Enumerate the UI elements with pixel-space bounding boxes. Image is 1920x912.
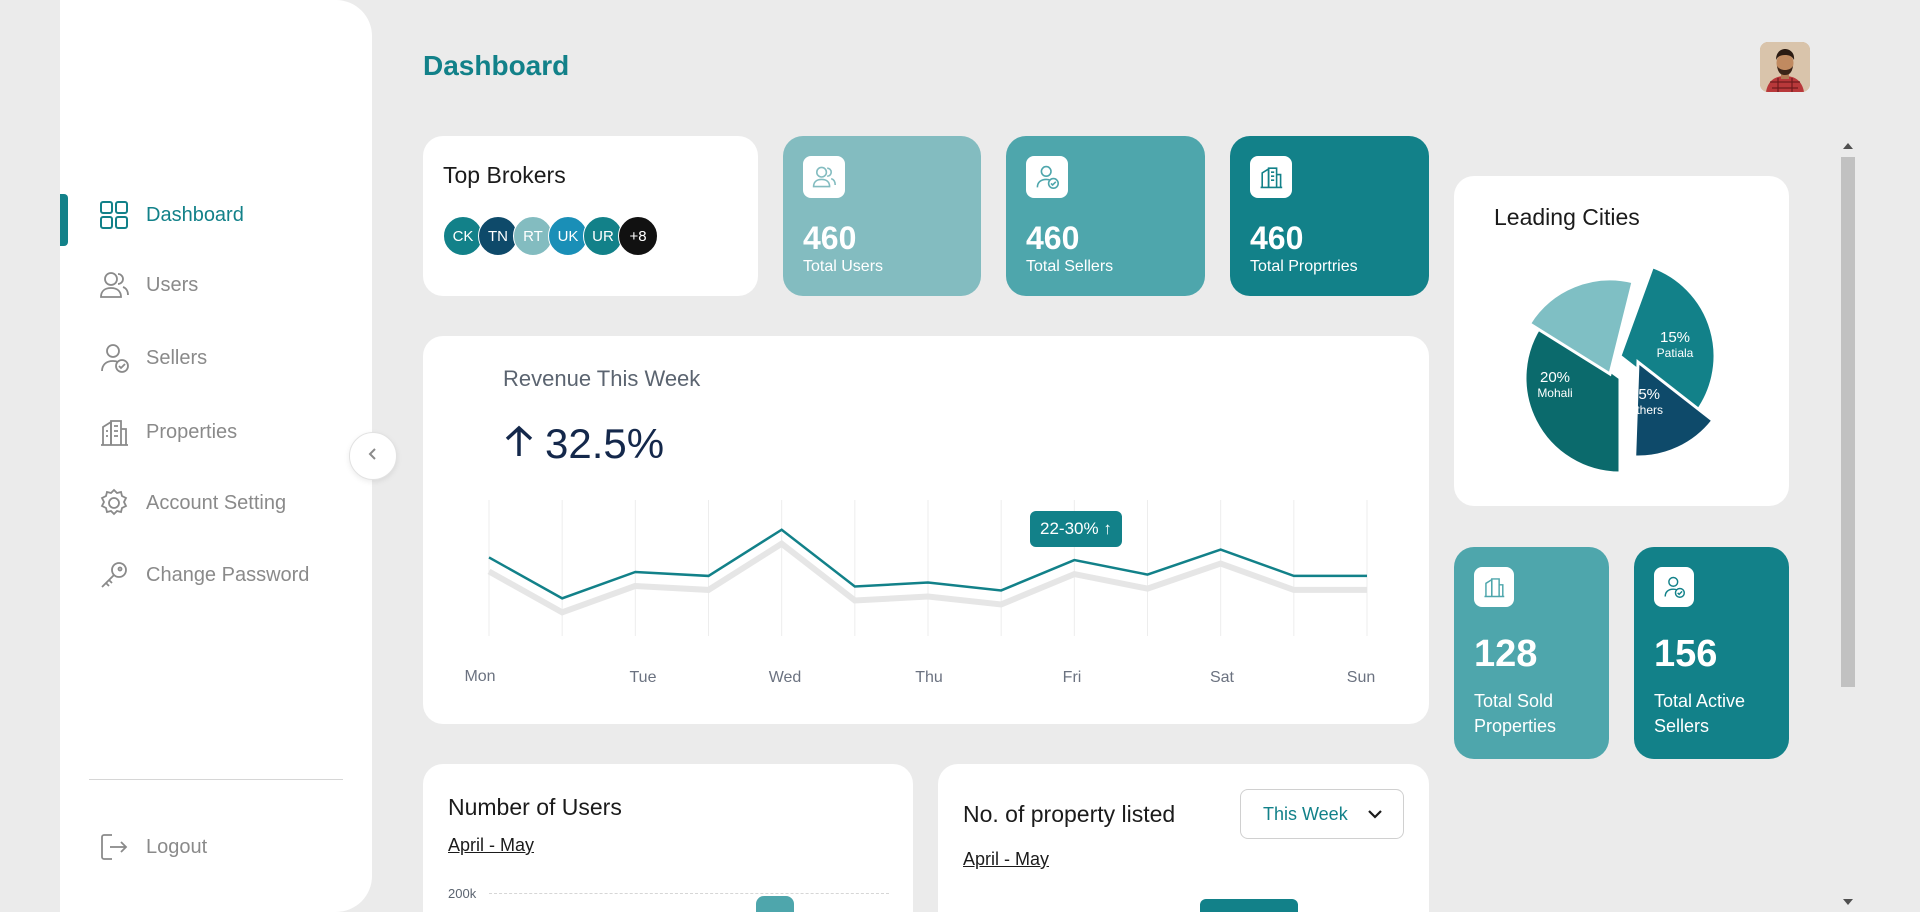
stat-label-line: Sellers xyxy=(1654,716,1710,736)
arrow-up-icon: ↑ xyxy=(1103,519,1112,538)
stat-value: 460 xyxy=(1250,220,1304,256)
page-scrollbar[interactable] xyxy=(1838,137,1858,912)
top-brokers-title: Top Brokers xyxy=(443,162,566,188)
users-icon xyxy=(803,156,845,198)
users-chart-title: Number of Users xyxy=(448,794,622,820)
stat-card-active-sellers[interactable]: 156 Total Active Sellers xyxy=(1634,547,1789,759)
pie-city-label: Others xyxy=(1627,403,1663,417)
logout-button[interactable]: Logout xyxy=(60,823,372,871)
revenue-line-chart: Mon Tue Wed Thu Fri Sat Sun xyxy=(464,500,1375,686)
gear-icon xyxy=(98,487,130,519)
logout-label: Logout xyxy=(146,835,208,858)
stat-value: 460 xyxy=(1026,220,1080,256)
week-filter-dropdown[interactable]: This Week xyxy=(1240,789,1404,839)
stat-card-sold-properties[interactable]: 128 Total Sold Properties xyxy=(1454,547,1609,759)
sidebar-item-label: Dashboard xyxy=(146,203,244,226)
sidebar-divider xyxy=(89,779,343,780)
seller-icon xyxy=(98,342,130,374)
broker-avatar[interactable]: CK xyxy=(443,216,483,256)
more-brokers-badge[interactable]: +8 xyxy=(618,216,658,256)
stat-card-total-sellers[interactable]: 460 Total Sellers xyxy=(1006,136,1205,296)
top-brokers-card: Top Brokers CK TN RT UK UR +8 xyxy=(423,136,758,296)
broker-avatar[interactable]: UR xyxy=(583,216,623,256)
broker-avatar[interactable]: RT xyxy=(513,216,553,256)
building-icon xyxy=(1474,567,1514,607)
sidebar-item-label: Change Password xyxy=(146,563,310,586)
x-tick-label: Wed xyxy=(769,669,802,686)
sidebar-item-dashboard[interactable]: Dashboard xyxy=(60,191,372,246)
revenue-card: Revenue This Week 32.5% Mon Tue Wed Thu Fri S… xyxy=(423,336,1429,724)
pie-percent-label: 15% xyxy=(1660,329,1690,346)
scroll-thumb[interactable] xyxy=(1841,157,1855,687)
stat-value: 156 xyxy=(1654,633,1718,675)
sidebar-item-sellers[interactable]: Sellers xyxy=(60,334,372,382)
pie-percent-label: 20% xyxy=(1540,369,1570,386)
sidebar-item-change-password[interactable]: Change Password xyxy=(60,551,372,599)
stat-label-line: Total Active xyxy=(1654,691,1746,711)
grid-icon xyxy=(98,199,130,231)
sidebar-item-users[interactable]: Users xyxy=(60,261,372,309)
x-tick-label: Sat xyxy=(1210,669,1235,686)
logout-icon xyxy=(98,831,130,863)
chevron-down-icon xyxy=(1367,804,1383,825)
users-date-range[interactable]: April - May xyxy=(448,835,534,856)
stat-label: Total Users xyxy=(803,258,884,275)
broker-avatar[interactable]: UK xyxy=(548,216,588,256)
property-date-range[interactable]: April - May xyxy=(963,849,1049,870)
broker-avatar[interactable]: TN xyxy=(478,216,518,256)
sidebar-item-label: Account Setting xyxy=(146,491,287,514)
building-icon xyxy=(98,416,130,448)
revenue-badge: 22-30% ↑ xyxy=(1030,511,1122,547)
scroll-down-arrow[interactable] xyxy=(1843,899,1853,905)
building-icon xyxy=(1250,156,1292,198)
gridline xyxy=(489,893,889,894)
stat-label: Total Active Sellers xyxy=(1654,689,1745,739)
leading-cities-card: Leading Cities 30%Chandigarh15%Patiala35… xyxy=(1454,176,1789,506)
sidebar-item-account-setting[interactable]: Account Setting xyxy=(60,479,372,527)
x-tick-label: Fri xyxy=(1063,669,1082,686)
pie-city-label: Mohali xyxy=(1537,386,1572,400)
collapse-sidebar-button[interactable] xyxy=(349,432,397,480)
seller-icon xyxy=(1654,567,1694,607)
chevron-left-icon xyxy=(366,447,380,466)
stat-card-total-users[interactable]: 460 Total Users xyxy=(783,136,981,296)
users-chart-card: Number of Users April - May 200k xyxy=(423,764,913,912)
stat-label-line: Properties xyxy=(1474,716,1557,736)
seller-icon xyxy=(1026,156,1068,198)
pie-city-label: Patiala xyxy=(1657,346,1694,360)
sidebar-item-label: Users xyxy=(146,273,199,296)
key-icon xyxy=(98,559,130,591)
bar[interactable] xyxy=(756,896,794,912)
x-tick-label: Thu xyxy=(915,669,943,686)
pie-percent-label: 35% xyxy=(1630,386,1660,403)
sidebar: Dashboard Users Sellers Properties Accou… xyxy=(60,0,372,912)
users-icon xyxy=(98,269,130,301)
page-title: Dashboard xyxy=(423,50,570,81)
stat-label-line: Total Sold xyxy=(1474,691,1554,711)
stat-label: Total Sellers xyxy=(1026,258,1114,275)
property-chart-title: No. of property listed xyxy=(963,801,1176,827)
x-tick-label: Sun xyxy=(1347,669,1375,686)
property-badge xyxy=(1200,899,1298,912)
stat-label: Total Proprtries xyxy=(1250,258,1358,275)
x-tick-label: Mon xyxy=(464,668,495,685)
leading-cities-pie: 30%Chandigarh15%Patiala35%Others20%Mohal… xyxy=(1523,264,1717,475)
stat-value: 460 xyxy=(803,220,857,256)
y-axis-tick: 200k xyxy=(448,886,477,901)
avatar[interactable] xyxy=(1760,42,1810,92)
sidebar-item-properties[interactable]: Properties xyxy=(60,408,372,456)
broker-avatars: CK TN RT UK UR +8 xyxy=(443,216,658,256)
x-tick-label: Tue xyxy=(630,669,657,686)
sidebar-item-label: Sellers xyxy=(146,346,208,369)
revenue-badge-text: 22-30% xyxy=(1040,519,1099,538)
stat-value: 128 xyxy=(1474,633,1538,675)
stat-card-total-properties[interactable]: 460 Total Proprtries xyxy=(1230,136,1429,296)
dropdown-value: This Week xyxy=(1263,803,1348,824)
sidebar-item-label: Properties xyxy=(146,420,238,443)
stat-label: Total Sold Properties xyxy=(1474,689,1556,739)
scroll-up-arrow[interactable] xyxy=(1843,143,1853,149)
